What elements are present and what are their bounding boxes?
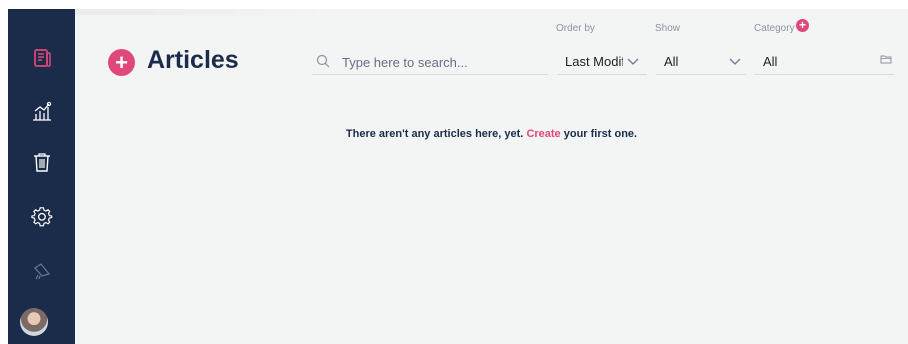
- empty-state-prefix: There aren't any articles here, yet.: [345, 128, 524, 140]
- empty-state-message: There aren't any articles here, yet. Cre…: [75, 128, 908, 140]
- articles-icon: [33, 49, 51, 67]
- category-select[interactable]: All: [755, 49, 894, 75]
- show-label: Show: [655, 23, 681, 34]
- sidebar-item-settings[interactable]: [8, 200, 75, 234]
- avatar[interactable]: [20, 308, 48, 336]
- trash-icon: [33, 153, 50, 172]
- megaphone-icon: [33, 263, 50, 280]
- category-value: All: [763, 54, 778, 69]
- sidebar-item-announcements[interactable]: [8, 254, 75, 288]
- show-select[interactable]: All: [656, 49, 746, 75]
- category-label: Category: [754, 23, 795, 34]
- search-input[interactable]: [340, 51, 544, 73]
- chevron-down-icon: [729, 58, 741, 65]
- analytics-icon: [32, 101, 51, 121]
- chevron-down-icon: [627, 58, 639, 65]
- create-article-link[interactable]: Create: [526, 128, 560, 140]
- sidebar-item-analytics[interactable]: [8, 95, 75, 129]
- page-title: Articles: [147, 46, 239, 74]
- top-shadow: [75, 9, 330, 15]
- sidebar: [8, 9, 75, 344]
- plus-icon: +: [115, 49, 128, 75]
- sidebar-item-trash[interactable]: [8, 145, 75, 179]
- sidebar-item-articles[interactable]: [8, 41, 75, 75]
- search-bar: [312, 49, 548, 75]
- order-by-label: Order by: [556, 23, 595, 34]
- order-by-select[interactable]: Last Modif: [557, 49, 647, 75]
- add-article-button[interactable]: +: [108, 49, 135, 76]
- plus-icon: +: [798, 18, 806, 32]
- empty-state-suffix: your first one.: [563, 128, 638, 140]
- add-category-button[interactable]: +: [796, 19, 809, 32]
- show-value: All: [664, 54, 679, 69]
- settings-icon: [30, 207, 52, 227]
- search-icon: [316, 54, 330, 68]
- folder-icon: [880, 55, 892, 64]
- order-by-value: Last Modif: [565, 54, 623, 69]
